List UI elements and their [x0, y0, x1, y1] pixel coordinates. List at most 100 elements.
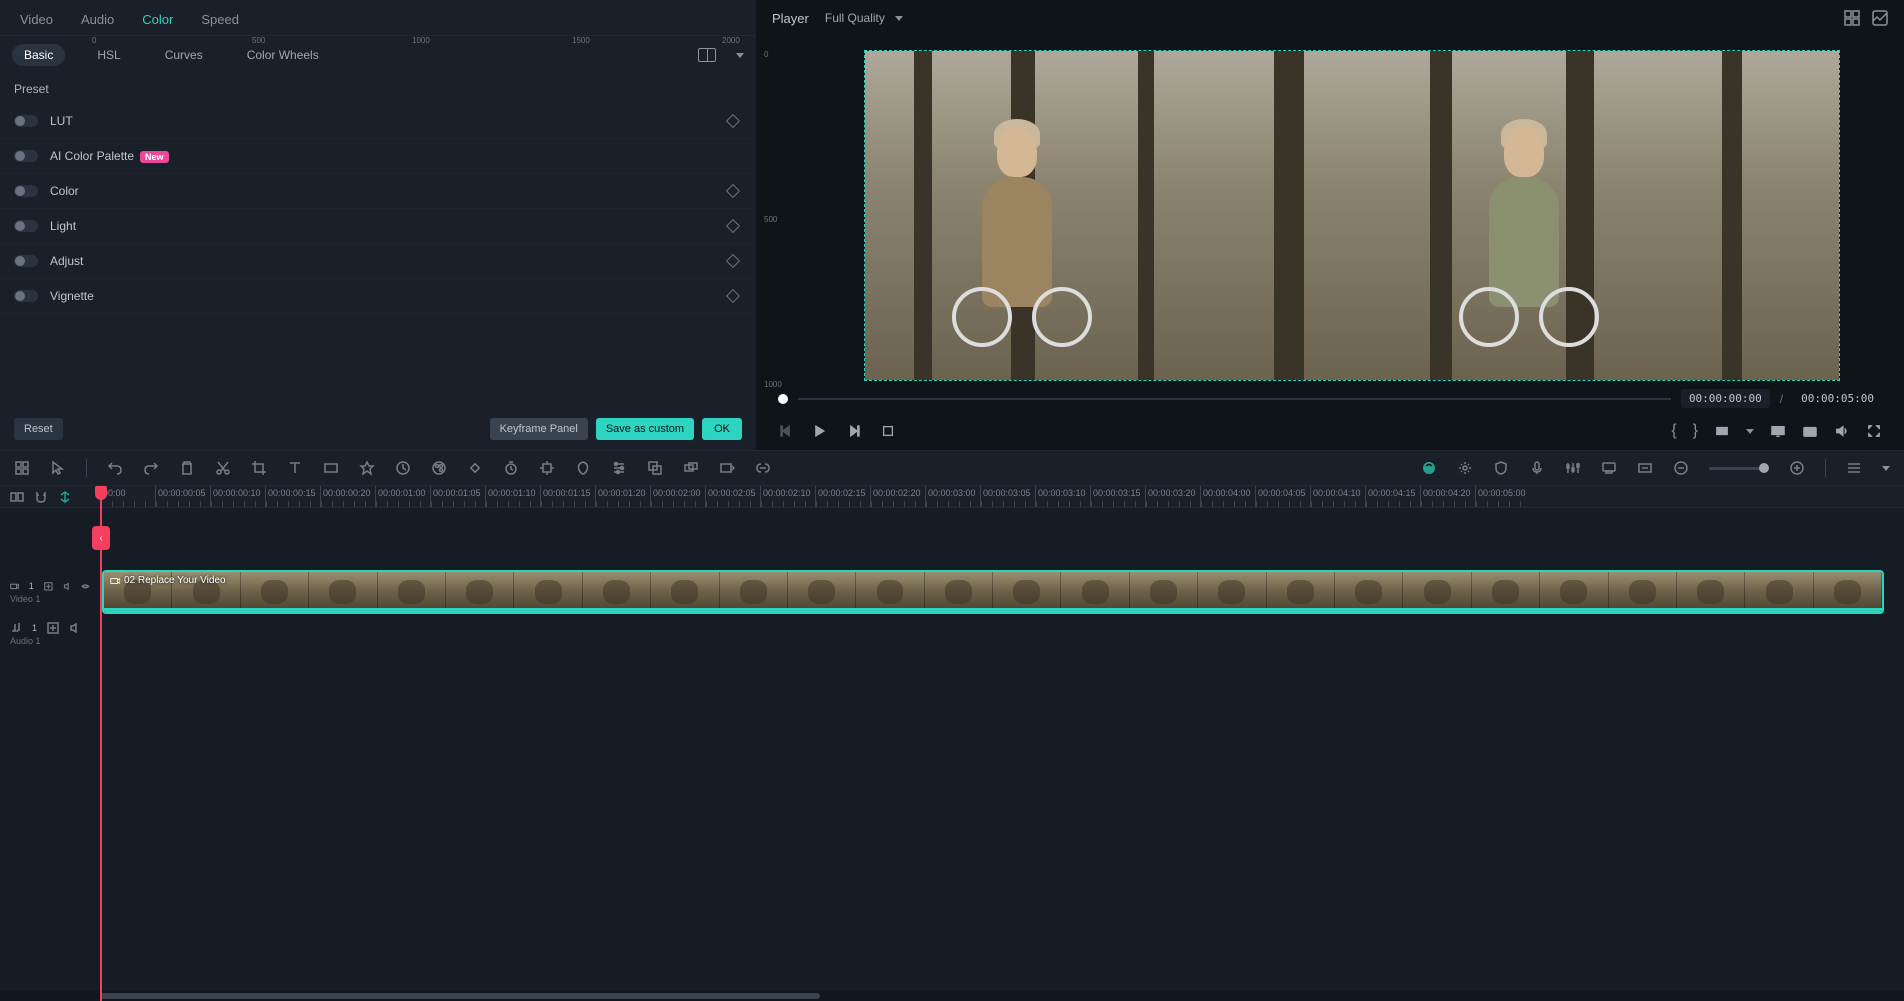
ratio-dropdown-icon[interactable]	[1746, 429, 1754, 434]
label-vignette: Vignette	[50, 289, 728, 303]
group-icon[interactable]	[647, 460, 663, 476]
clip-thumbnail	[1472, 572, 1540, 612]
scrub-bar[interactable]	[798, 398, 1671, 400]
magnet-icon[interactable]	[34, 490, 48, 504]
video-clip[interactable]: 02 Replace Your Video	[102, 570, 1884, 614]
cut-icon[interactable]	[215, 460, 231, 476]
subtab-curves[interactable]: Curves	[153, 44, 215, 66]
marker-icon[interactable]	[1601, 460, 1617, 476]
quality-dropdown[interactable]: Full Quality	[825, 11, 903, 25]
snapshot-icon[interactable]	[1802, 423, 1818, 439]
mask-icon[interactable]	[575, 460, 591, 476]
keyframe-light-icon[interactable]	[726, 219, 740, 233]
stop-icon[interactable]	[880, 423, 896, 439]
crop-icon[interactable]	[251, 460, 267, 476]
adjust-icon[interactable]	[611, 460, 627, 476]
toggle-light[interactable]	[14, 220, 38, 232]
effects-icon[interactable]	[359, 460, 375, 476]
volume-icon[interactable]	[1834, 423, 1850, 439]
toggle-lut[interactable]	[14, 115, 38, 127]
speed-icon[interactable]	[395, 460, 411, 476]
layout-grid-icon[interactable]	[1844, 10, 1860, 26]
expand-icon[interactable]	[1637, 460, 1653, 476]
ruler-tick: 00:00:03:00	[925, 486, 980, 507]
aspect-icon[interactable]	[323, 460, 339, 476]
mute-track-icon[interactable]	[63, 580, 72, 592]
clip-thumbnail	[788, 572, 856, 612]
redo-icon[interactable]	[143, 460, 159, 476]
ok-button[interactable]: OK	[702, 418, 742, 440]
render-preview-icon[interactable]	[1421, 460, 1437, 476]
tab-speed[interactable]: Speed	[201, 12, 239, 27]
link-icon[interactable]	[755, 460, 771, 476]
ripple-icon[interactable]	[10, 490, 24, 504]
zoom-out-icon[interactable]	[1673, 460, 1689, 476]
ruler-tick: 00:00:02:10	[760, 486, 815, 507]
toggle-adjust[interactable]	[14, 255, 38, 267]
mark-in-icon[interactable]: {	[1671, 422, 1676, 440]
duration-icon[interactable]	[503, 460, 519, 476]
video-track-icon	[10, 580, 19, 592]
tracking-icon[interactable]	[539, 460, 555, 476]
compound-icon[interactable]	[683, 460, 699, 476]
prev-frame-icon[interactable]	[778, 423, 794, 439]
preview-image	[865, 51, 1839, 380]
time-ruler[interactable]: 00:0000:00:00:0500:00:00:1000:00:00:1500…	[100, 486, 1904, 507]
hide-track-icon[interactable]	[81, 580, 90, 592]
tab-video[interactable]: Video	[20, 12, 53, 27]
toggle-color[interactable]	[14, 185, 38, 197]
tab-color[interactable]: Color	[142, 12, 173, 27]
detach-icon[interactable]	[719, 460, 735, 476]
audio-track-label: Audio 1	[10, 636, 90, 646]
scrub-handle[interactable]	[778, 394, 788, 404]
auto-ripple-icon[interactable]	[58, 490, 72, 504]
playhead[interactable]: ‹	[100, 486, 102, 1001]
timeline-scrollbar[interactable]	[0, 991, 1904, 1001]
delete-icon[interactable]	[179, 460, 195, 476]
zoom-slider[interactable]	[1709, 467, 1769, 470]
track-options-dropdown-icon[interactable]	[1882, 466, 1890, 471]
compare-dropdown-icon[interactable]	[736, 53, 744, 58]
display-icon[interactable]	[1770, 423, 1786, 439]
keyframe-vignette-icon[interactable]	[726, 289, 740, 303]
ratio-icon[interactable]	[1714, 423, 1730, 439]
text-icon[interactable]	[287, 460, 303, 476]
keyframe-tool-icon[interactable]	[467, 460, 483, 476]
tool-select-icon[interactable]	[14, 460, 30, 476]
mark-out-icon[interactable]: }	[1693, 422, 1698, 440]
keyframe-panel-button[interactable]: Keyframe Panel	[490, 418, 588, 440]
playhead-handle-icon[interactable]: ‹	[92, 526, 110, 550]
scrollbar-thumb[interactable]	[100, 993, 820, 999]
mic-icon[interactable]	[1529, 460, 1545, 476]
mixer-icon[interactable]	[1565, 460, 1581, 476]
save-as-custom-button[interactable]: Save as custom	[596, 418, 694, 440]
compare-icon[interactable]	[698, 48, 716, 62]
keyframe-lut-icon[interactable]	[726, 114, 740, 128]
subtab-color-wheels[interactable]: Color Wheels	[235, 44, 331, 66]
reset-button[interactable]: Reset	[14, 418, 63, 440]
zoom-in-icon[interactable]	[1789, 460, 1805, 476]
subtab-hsl[interactable]: HSL	[85, 44, 132, 66]
toggle-vignette[interactable]	[14, 290, 38, 302]
main-tabs: Video Audio Color Speed	[0, 0, 756, 36]
toggle-ai-palette[interactable]	[14, 150, 38, 162]
mute-audio-icon[interactable]	[69, 622, 81, 634]
undo-icon[interactable]	[107, 460, 123, 476]
tool-cursor-icon[interactable]	[50, 460, 66, 476]
tab-audio[interactable]: Audio	[81, 12, 114, 27]
preview-viewport[interactable]	[864, 50, 1840, 381]
fullscreen-icon[interactable]	[1866, 423, 1882, 439]
subtab-basic[interactable]: Basic	[12, 44, 65, 66]
scopes-icon[interactable]	[1872, 10, 1888, 26]
track-options-icon[interactable]	[1846, 460, 1862, 476]
color-icon[interactable]	[431, 460, 447, 476]
ruler-tick: 00:00:00:20	[320, 486, 375, 507]
play-icon[interactable]	[812, 423, 828, 439]
add-audio-track-icon[interactable]	[47, 622, 59, 634]
shield-icon[interactable]	[1493, 460, 1509, 476]
keyframe-adjust-icon[interactable]	[726, 254, 740, 268]
add-track-icon[interactable]	[44, 580, 53, 592]
settings-gear-icon[interactable]	[1457, 460, 1473, 476]
next-frame-icon[interactable]	[846, 423, 862, 439]
keyframe-color-icon[interactable]	[726, 184, 740, 198]
